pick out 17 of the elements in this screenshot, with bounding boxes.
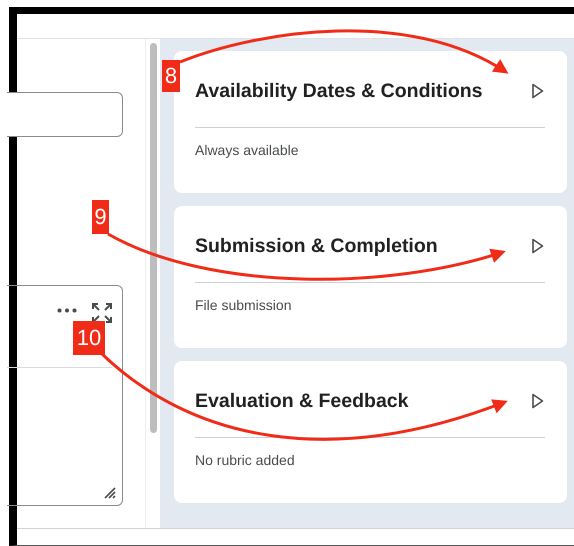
text-field[interactable]: [7, 92, 123, 137]
card-title: Evaluation & Feedback: [195, 390, 410, 412]
annotation-badge: 9: [92, 200, 109, 234]
card-title: Availability Dates & Conditions: [195, 80, 484, 102]
resize-handle-icon[interactable]: [104, 487, 116, 499]
fullscreen-icon[interactable]: [92, 303, 112, 323]
scrollbar-thumb[interactable]: [150, 43, 156, 433]
card-summary: Always available: [195, 141, 300, 158]
more-icon[interactable]: [57, 308, 77, 313]
card-title: Submission & Completion: [195, 234, 439, 258]
annotation-badge: 8: [162, 60, 180, 92]
card-summary: File submission: [195, 296, 292, 313]
chevron-right-icon[interactable]: [531, 393, 545, 409]
chevron-right-icon[interactable]: [531, 83, 545, 99]
card-summary: No rubric added: [195, 451, 296, 468]
chevron-right-icon[interactable]: [531, 238, 545, 254]
annotation-badge: 10: [73, 321, 105, 355]
